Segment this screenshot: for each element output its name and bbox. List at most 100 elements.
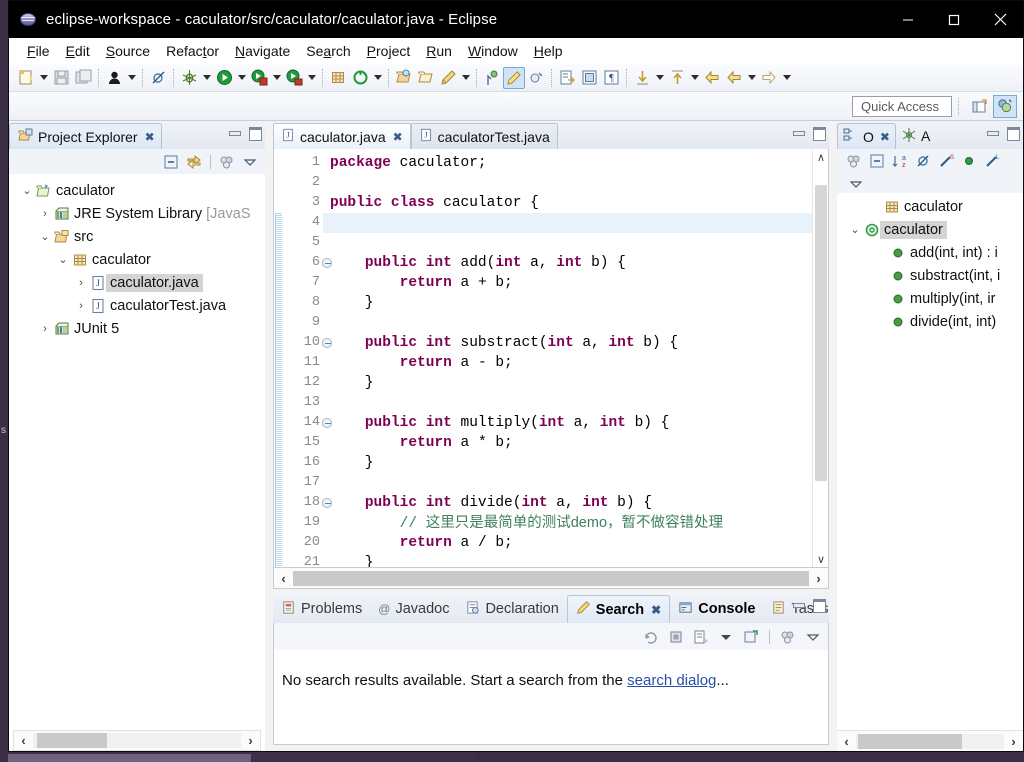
tree-row[interactable]: ⌄ caculator [9,248,265,271]
save-icon[interactable] [50,67,72,89]
chevron-down-icon[interactable]: ⌄ [55,253,71,266]
open-task-icon[interactable] [415,67,437,89]
pin-search-icon[interactable] [742,628,760,646]
new-class-dropdown-icon[interactable] [371,67,384,89]
minimize-editor-button[interactable] [791,125,805,139]
chevron-right-icon[interactable]: › [73,277,89,289]
sort-icon[interactable]: az [891,152,909,170]
open-declaration-icon[interactable] [556,67,578,89]
debug-dropdown-icon[interactable] [200,67,213,89]
tab-search[interactable]: Search ✖ [566,595,671,623]
open-perspective-icon[interactable] [967,95,991,118]
external-tools-dropdown-icon[interactable] [270,67,283,89]
next-edit-dropdown-icon[interactable] [653,67,666,89]
view-dropdown-icon[interactable] [804,628,822,646]
tree-row[interactable]: › JRE System Library [JavaS [9,202,265,225]
run-icon[interactable] [213,67,235,89]
view-dropdown-icon[interactable] [847,175,865,193]
hide-nonpublic-icon[interactable] [960,152,978,170]
maximize-view-button[interactable] [247,125,262,141]
menu-navigate[interactable]: Navigate [227,40,298,62]
tab-declaration[interactable]: Declaration [457,595,566,623]
java-perspective-icon[interactable] [993,94,1017,118]
chevron-right-icon[interactable]: › [37,208,53,220]
skip-breakpoints-icon[interactable] [147,67,169,89]
project-tree-hscrollbar[interactable]: ‹ › [13,730,261,751]
menu-project[interactable]: Project [359,40,419,62]
hscroll-track[interactable] [33,733,241,748]
search-dialog-link[interactable]: search dialog [627,672,716,689]
code-line[interactable]: public int divide(int a, int b) { [323,493,828,513]
hscroll-thumb[interactable] [293,570,809,586]
code-line[interactable]: public int multiply(int a, int b) { [323,413,828,433]
code-line[interactable]: } [323,553,828,567]
show-previous-searches-icon[interactable] [692,628,710,646]
editor-body[interactable]: 1 2 3 4 5 6 7 8 9 10 11 12 13 14 15 16 17 18 19 20 21 packag… [273,149,829,568]
coverage-dropdown-icon[interactable] [305,67,318,89]
editor-tab-caculatorTest[interactable]: J caculatorTest.java [410,123,558,149]
minimize-button[interactable] [885,1,931,38]
annotation-ruler[interactable] [274,149,283,567]
code-line[interactable]: } [323,453,828,473]
code-line[interactable]: return a / b; [323,533,828,553]
chevron-right-icon[interactable]: › [37,323,53,335]
outline-row[interactable]: substract(int, i [837,264,1023,287]
chevron-right-icon[interactable]: › [73,300,89,312]
scroll-down-icon[interactable]: ∨ [813,551,828,567]
tree-row[interactable]: › J caculator.java [9,271,265,294]
code-line[interactable]: package caculator; [323,153,828,173]
chevron-down-icon[interactable]: ⌄ [19,184,35,197]
close-icon[interactable]: ✖ [651,604,661,616]
code-line[interactable]: public int substract(int a, int b) { [323,333,828,353]
menu-help[interactable]: Help [526,40,571,62]
hscroll-track[interactable] [293,570,809,586]
close-icon[interactable]: ✖ [145,131,155,143]
hscroll-thumb[interactable] [37,733,107,748]
code-line[interactable]: return a * b; [323,433,828,453]
forward-icon[interactable] [758,67,780,89]
tab-problems[interactable]: Problems [273,595,370,623]
code-line[interactable] [323,213,828,233]
code-line[interactable]: // 这里只是最简单的测试demo，暂不做容错处理 [323,513,828,533]
menu-window[interactable]: Window [460,40,526,62]
tree-row[interactable]: ⌄ caculator [9,179,265,202]
hscroll-track[interactable] [856,733,1004,749]
view-menu-icon[interactable] [779,628,797,646]
code-line[interactable]: return a - b; [323,353,828,373]
tree-row[interactable]: › JUnit 5 [9,317,265,340]
tab-project-explorer[interactable]: Project Explorer ✖ [9,123,162,149]
code-line[interactable] [323,233,828,253]
quick-access-input[interactable]: Quick Access [852,95,952,117]
collapse-all-icon[interactable] [162,153,180,171]
run-dropdown-icon[interactable] [235,67,248,89]
menu-source[interactable]: Source [98,40,158,62]
forward-dropdown-icon[interactable] [780,67,793,89]
code-line[interactable]: return a + b; [323,273,828,293]
editor-hscrollbar[interactable]: ‹ › [273,568,829,589]
previous-annotation-icon[interactable] [503,66,525,89]
outline-row[interactable]: multiply(int, ir [837,287,1023,310]
outline-row[interactable]: divide(int, int) [837,310,1023,333]
code-line[interactable] [323,173,828,193]
outline-hscrollbar[interactable]: ‹ › [837,730,1023,751]
tab-junit[interactable]: A [896,123,935,149]
open-type-icon[interactable] [393,67,415,89]
maximize-button[interactable] [931,1,977,38]
scroll-right-icon[interactable]: › [809,569,828,588]
tab-outline[interactable]: O ✖ [837,123,896,149]
minimize-view-button[interactable] [985,125,999,139]
minimize-view-button[interactable] [791,597,805,611]
chevron-down-icon[interactable]: ⌄ [847,223,863,236]
menu-edit[interactable]: Edit [58,40,98,62]
menu-refactor[interactable]: Refactor [158,40,227,62]
close-button[interactable] [977,1,1023,38]
code-line[interactable]: } [323,293,828,313]
scroll-right-icon[interactable]: › [1004,732,1023,751]
last-edit-location-icon[interactable] [525,67,547,89]
scroll-right-icon[interactable]: › [241,731,260,750]
maximize-view-button[interactable] [1005,125,1020,141]
scroll-left-icon[interactable]: ‹ [14,731,33,750]
breadcrumb-dropdown-icon[interactable] [125,67,138,89]
save-all-icon[interactable] [72,67,94,89]
maximize-view-button[interactable] [811,597,826,613]
